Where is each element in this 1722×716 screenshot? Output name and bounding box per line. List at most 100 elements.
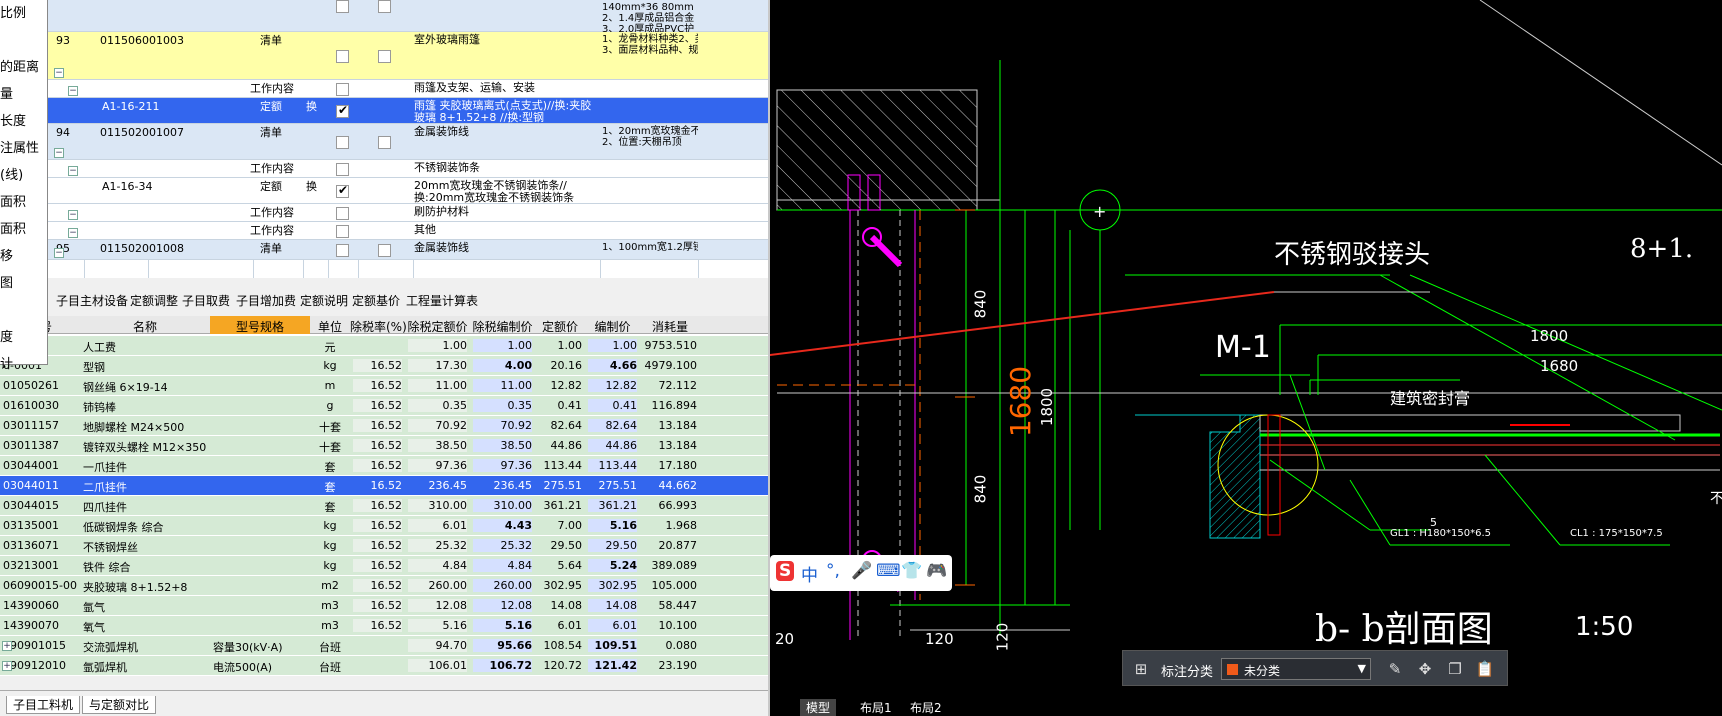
material-row[interactable]: 06090015-0001 夹胶玻璃 8+1.52+8 m2 16.52 260.00 2… <box>0 576 770 596</box>
include-checkbox[interactable] <box>336 103 349 118</box>
side-menu-item[interactable]: 度 <box>0 324 47 351</box>
include-checkbox[interactable] <box>336 183 349 198</box>
tab-5[interactable]: 定额基价 <box>352 292 400 309</box>
material-row[interactable]: 0人工费元1.001.001.001.009753.510 <box>0 336 770 356</box>
material-row[interactable]: 03213001 铁件 综合 kg 16.52 4.84 4.84 5.64 5.24 389.… <box>0 556 770 576</box>
category-select[interactable]: 未分类 ▼ <box>1221 658 1371 680</box>
bill-row[interactable]: 95011502001008清单金属装饰线1、100mm宽1.2厚镜面− <box>48 240 770 260</box>
bill-row[interactable]: 93 011506001003 清单 室外玻璃雨篷 1、龙骨材料种类2、类型:胶合板12… <box>48 32 770 80</box>
tree-toggle-icon[interactable]: − <box>68 86 78 96</box>
include-checkbox[interactable] <box>336 0 349 13</box>
ime-item-4[interactable]: ⌨ <box>876 561 901 581</box>
side-menu-item[interactable]: 面积 <box>0 216 47 243</box>
bill-row[interactable]: 工作内容 其他 − <box>48 222 770 240</box>
material-row[interactable]: 14390060 氩气 m3 16.52 12.08 12.08 14.08 14.08 58.… <box>0 596 770 616</box>
tab-0[interactable]: 子目主材设备 <box>56 292 128 309</box>
tab-2[interactable]: 子目取费 <box>182 292 230 309</box>
column-header[interactable]: 除税定额价 <box>405 318 470 335</box>
side-menu-item[interactable]: 量 <box>0 81 47 108</box>
material-row[interactable]: 14390070 氧气 m3 16.52 5.16 5.16 6.01 6.01 10.100 <box>0 616 770 636</box>
tab-3[interactable]: 子目增加费 <box>236 292 296 309</box>
ime-item-6[interactable]: 🎮 <box>926 561 947 581</box>
material-row[interactable]: 03044015 四爪挂件 套 16.52 310.00 310.00 361.21 361.… <box>0 496 770 516</box>
column-header[interactable]: 编制价 <box>585 318 640 335</box>
tree-toggle-icon[interactable]: − <box>68 228 78 238</box>
tree-toggle-icon[interactable]: − <box>54 68 64 78</box>
expand-icon[interactable]: + <box>2 661 12 671</box>
cell-build-price: 44.86 <box>588 439 637 452</box>
material-row[interactable]: 990901015 交流弧焊机 容量30(kV·A) 台班 94.70 95.66 108.… <box>0 636 770 656</box>
edit-icon[interactable]: ✎ <box>1385 659 1405 679</box>
include-checkbox[interactable] <box>336 49 349 63</box>
ime-item-3[interactable]: 🎤 <box>851 561 872 581</box>
material-row[interactable]: 990912010 氩弧焊机 电流500(A) 台班 106.01 106.72 120.7… <box>0 656 770 676</box>
side-menu-item[interactable]: 比例 <box>0 0 47 27</box>
layout-tab-2[interactable]: 布局2 <box>910 699 942 716</box>
side-menu-item[interactable]: (线) <box>0 162 47 189</box>
expand-icon[interactable]: + <box>2 641 12 651</box>
tree-toggle-icon[interactable]: − <box>68 210 78 220</box>
side-menu-item[interactable] <box>0 27 47 54</box>
bottom-tab-1[interactable]: 与定额对比 <box>82 696 157 714</box>
tab-1[interactable]: 定额调整 <box>130 292 178 309</box>
column-header[interactable]: 定额价 <box>535 318 585 335</box>
bottom-tab-0[interactable]: 子目工料机 <box>6 696 81 714</box>
move-icon[interactable]: ✥ <box>1415 659 1435 679</box>
paste-icon[interactable]: 📋 <box>1475 659 1495 679</box>
bill-row[interactable]: 94 011502001007 清单 金属装饰线 1、20mm宽玫瑰金不锈装饰条 2、位… <box>48 124 770 160</box>
column-header[interactable]: 消耗量 <box>640 318 700 335</box>
flag-checkbox[interactable] <box>378 0 391 13</box>
bill-row[interactable]: A1-16-211 定额换雨篷 夹胶玻璃离式(点支式)//换:夹胶玻璃 8+1.5… <box>48 98 770 124</box>
tab-4[interactable]: 定额说明 <box>300 292 348 309</box>
side-menu-item[interactable]: 长度 <box>0 108 47 135</box>
bill-row[interactable]: A1-16-34 定额换 20mm宽玫瑰金不锈钢装饰条//换:20mm宽玫瑰金不锈钢… <box>48 178 770 204</box>
include-checkbox[interactable] <box>336 135 349 149</box>
material-row[interactable]: 01050261 钢丝绳 6×19-14 m 16.52 11.00 11.00 12.82… <box>0 376 770 396</box>
layout-tab-1[interactable]: 布局1 <box>860 699 892 716</box>
include-checkbox[interactable] <box>336 163 349 176</box>
column-header[interactable]: 除税率(%) <box>350 318 407 335</box>
material-row[interactable]: 03136071 不锈钢焊丝 kg 16.52 25.32 25.32 29.50 29.50… <box>0 536 770 556</box>
include-checkbox[interactable] <box>336 207 349 220</box>
include-checkbox[interactable] <box>336 243 349 257</box>
tree-toggle-icon[interactable]: − <box>54 148 64 158</box>
ime-item-0[interactable]: S <box>776 561 795 581</box>
side-menu-item[interactable]: 的距离 <box>0 54 47 81</box>
tab-6[interactable]: 工程量计算表 <box>406 292 478 309</box>
side-menu-item[interactable]: 注属性 <box>0 135 47 162</box>
material-row[interactable]: 03135001 低碳钢焊条 综合 kg 16.52 6.01 4.43 7.00 5.16 1… <box>0 516 770 536</box>
bill-row[interactable]: 140mm*36 80mm 2、1.4厚成品铝合金 3、2.0厚成品PVC护 <box>48 0 770 35</box>
bill-row[interactable]: 工作内容 刷防护材料 − <box>48 204 770 222</box>
tree-toggle-icon[interactable]: − <box>68 166 78 176</box>
cad-viewport[interactable]: + 不锈钢驳接头 8+1. M-1 建筑密封膏 1800 1680 840 84… <box>770 0 1722 716</box>
material-row[interactable]: 03011387 镀锌双头螺栓 M12×350 十套 16.52 38.50 38.50 4… <box>0 436 770 456</box>
flag-checkbox[interactable] <box>378 49 391 63</box>
column-header[interactable]: 单位 <box>310 318 350 335</box>
flag-checkbox[interactable] <box>378 135 391 149</box>
bill-row[interactable]: 工作内容 不锈钢装饰条 − <box>48 160 770 178</box>
flag-checkbox[interactable] <box>378 243 391 257</box>
column-header[interactable]: 除税编制价 <box>470 318 535 335</box>
material-row[interactable]: 0-0001 型钢 kg 16.52 17.30 4.00 20.16 4.66 4979.10… <box>0 356 770 376</box>
material-row[interactable]: 03044011 二爪挂件 套 16.52 236.45 236.45 275.51 275.… <box>0 476 770 496</box>
material-row[interactable]: 03011157 地脚螺栓 M24×500 十套 16.52 70.92 70.92 82.… <box>0 416 770 436</box>
side-menu-item[interactable]: 计 <box>0 351 47 378</box>
side-menu-item[interactable]: 图 <box>0 270 47 297</box>
layout-tab-0[interactable]: 模型 <box>800 699 837 716</box>
ime-item-5[interactable]: 👕 <box>901 561 922 581</box>
bill-row[interactable]: 工作内容 雨篷及支架、运输、安装 − <box>48 80 770 98</box>
material-row[interactable]: 03044001 一爪挂件 套 16.52 97.36 97.36 113.44 113.44… <box>0 456 770 476</box>
tree-toggle-icon[interactable]: − <box>54 248 64 258</box>
include-checkbox[interactable] <box>336 225 349 238</box>
side-menu-item[interactable]: 移 <box>0 243 47 270</box>
include-checkbox[interactable] <box>336 83 349 96</box>
column-header[interactable]: 型号规格 <box>210 316 310 334</box>
ime-item-1[interactable]: 中 <box>801 561 818 586</box>
grid-icon[interactable]: ⊞ <box>1131 659 1151 679</box>
copy-icon[interactable]: ❐ <box>1445 659 1465 679</box>
material-row[interactable]: 01610030 铈钨棒 g 16.52 0.35 0.35 0.41 0.41 116.894 <box>0 396 770 416</box>
side-menu-item[interactable] <box>0 297 47 324</box>
column-header[interactable]: 名称 <box>80 318 210 335</box>
side-menu-item[interactable]: 面积 <box>0 189 47 216</box>
ime-item-2[interactable]: °, <box>826 561 840 581</box>
